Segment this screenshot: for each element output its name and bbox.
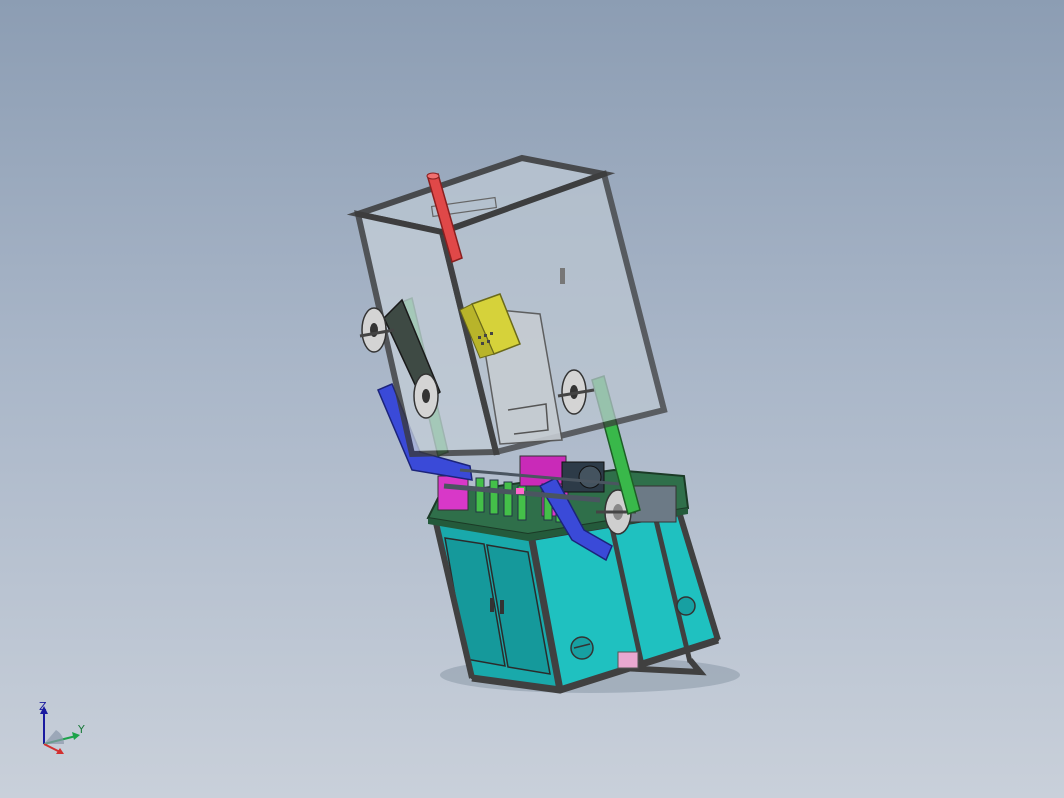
magenta-block [519, 455, 567, 487]
axis-label-y: Y [78, 723, 85, 736]
door-handle-left [490, 598, 494, 612]
door-handle-right [500, 600, 504, 614]
magenta-block [437, 475, 469, 511]
motor-hub [578, 465, 602, 489]
machine-model[interactable] [0, 0, 1064, 798]
pink-clip [516, 488, 524, 494]
latch [560, 268, 565, 284]
cabinet-port [676, 596, 696, 616]
base-pink-plate [617, 651, 639, 669]
axis-label-z: Z [39, 700, 47, 713]
cad-viewport[interactable]: Z Y [0, 0, 1064, 798]
